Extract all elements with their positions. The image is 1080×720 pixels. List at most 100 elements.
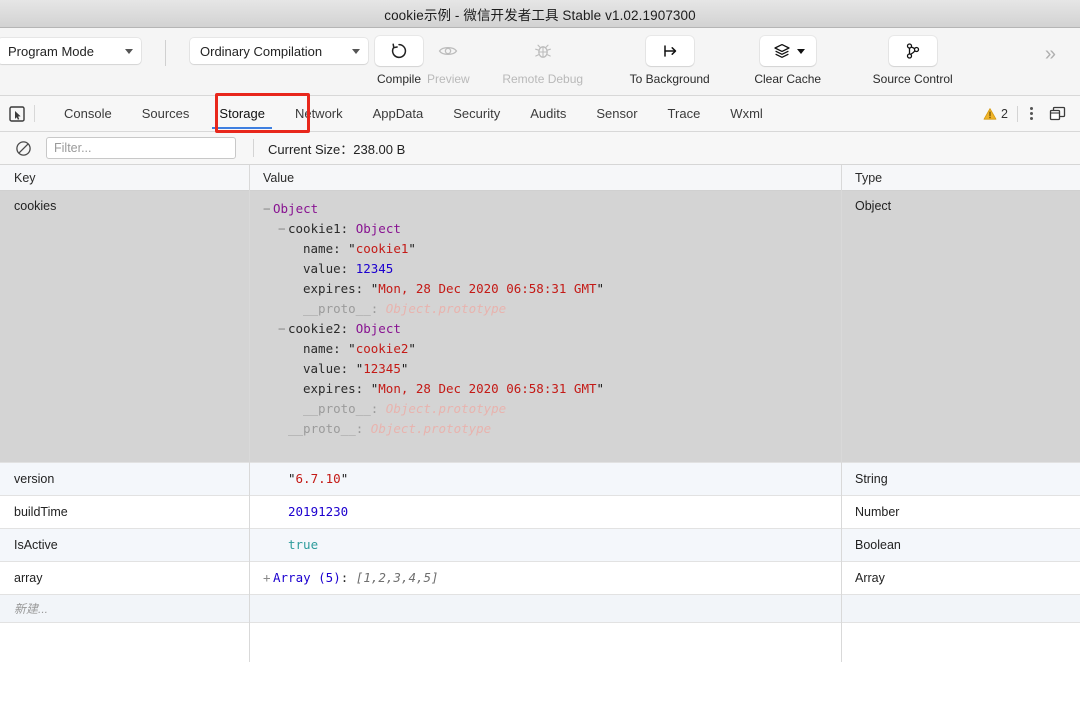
value-tree-line[interactable]: __proto__: Object.prototype: [263, 299, 604, 319]
source-control-label: Source Control: [872, 72, 953, 86]
compile-button[interactable]: Compile: [374, 36, 424, 86]
tab-network[interactable]: Network: [280, 96, 358, 131]
value-tree-text: cookie2: Object: [288, 319, 401, 339]
tab-console[interactable]: Console: [49, 96, 127, 131]
tab-wxml-label: Wxml: [730, 106, 763, 121]
tab-wxml[interactable]: Wxml: [715, 96, 778, 131]
table-row[interactable]: buildTime 20191230 Number: [0, 496, 1080, 529]
collapse-toggle-icon[interactable]: −: [263, 199, 273, 219]
filter-input[interactable]: [46, 137, 236, 159]
cell-value[interactable]: "6.7.10": [249, 463, 841, 495]
value-tree-line[interactable]: expires: "Mon, 28 Dec 2020 06:58:31 GMT": [263, 279, 604, 299]
collapse-toggle-icon[interactable]: −: [278, 219, 288, 239]
value-tree-line[interactable]: + Array (5): [1,2,3,4,5]: [263, 568, 439, 588]
warning-badge[interactable]: 2: [983, 107, 1017, 121]
value-tree-text: __proto__: Object.prototype: [303, 299, 506, 319]
new-entry-value-input[interactable]: [249, 595, 841, 622]
tab-security[interactable]: Security: [438, 96, 515, 131]
compilation-mode-select[interactable]: Ordinary Compilation: [190, 38, 368, 64]
expand-toggle-icon[interactable]: +: [263, 568, 273, 588]
column-header-key[interactable]: Key: [0, 165, 249, 190]
more-vertical-icon[interactable]: [1018, 107, 1044, 120]
toggle-spacer: [278, 419, 288, 439]
bug-icon: [534, 44, 551, 58]
value-tree-line[interactable]: − cookie1: Object: [263, 219, 604, 239]
cell-value[interactable]: + Array (5): [1,2,3,4,5]: [249, 562, 841, 594]
value-tree-line[interactable]: expires: "Mon, 28 Dec 2020 06:58:31 GMT": [263, 379, 604, 399]
cell-key[interactable]: IsActive: [0, 529, 249, 561]
to-background-button[interactable]: To Background: [615, 36, 725, 86]
value-segment: __proto__:: [303, 301, 386, 316]
value-tree-line[interactable]: name: "cookie2": [263, 339, 604, 359]
dock-panel-icon[interactable]: [1044, 106, 1070, 121]
warning-count: 2: [1001, 106, 1008, 121]
clear-cache-button[interactable]: Clear Cache: [742, 36, 834, 86]
cell-key[interactable]: array: [0, 562, 249, 594]
value-segment: value:: [303, 361, 356, 376]
value-tree-line[interactable]: − Object: [263, 199, 604, 219]
value-tree-line[interactable]: __proto__: Object.prototype: [263, 399, 604, 419]
value-segment: Array (5): [273, 570, 341, 585]
value-segment: expires:: [303, 281, 371, 296]
cell-key[interactable]: version: [0, 463, 249, 495]
value-segment: true: [288, 537, 319, 552]
preview-button[interactable]: Preview: [424, 36, 473, 86]
toggle-spacer: [293, 239, 303, 259]
column-header-type[interactable]: Type: [841, 165, 1080, 190]
table-row[interactable]: IsActive true Boolean: [0, 529, 1080, 562]
value-tree-line[interactable]: 20191230: [263, 502, 348, 522]
dock-panel-glyph: [1049, 106, 1065, 121]
cell-key[interactable]: cookies: [0, 191, 249, 462]
cell-key[interactable]: buildTime: [0, 496, 249, 528]
value-segment: cookie2: [355, 341, 409, 356]
collapse-toggle-icon[interactable]: −: [278, 319, 288, 339]
table-row[interactable]: cookies − Object − cookie1: Object name: "co…: [0, 191, 1080, 463]
value-tree: 20191230: [263, 502, 348, 522]
new-entry-key-input[interactable]: 新建...: [0, 595, 249, 622]
program-mode-select[interactable]: Program Mode: [0, 38, 141, 64]
value-tree-line[interactable]: − cookie2: Object: [263, 319, 604, 339]
value-tree-line[interactable]: "6.7.10": [263, 469, 348, 489]
tab-trace[interactable]: Trace: [653, 96, 716, 131]
value-tree-line[interactable]: value: 12345: [263, 259, 604, 279]
program-mode-label: Program Mode: [8, 43, 94, 59]
value-tree-line[interactable]: name: "cookie1": [263, 239, 604, 259]
tab-appdata[interactable]: AppData: [358, 96, 439, 131]
value-tree-line[interactable]: true: [263, 535, 318, 555]
value-tree-text: expires: "Mon, 28 Dec 2020 06:58:31 GMT": [303, 279, 604, 299]
value-tree-line[interactable]: value: "12345": [263, 359, 604, 379]
value-tree-text: Object: [273, 199, 318, 219]
table-row[interactable]: version "6.7.10" String: [0, 463, 1080, 496]
new-entry-row[interactable]: 新建...: [0, 595, 1080, 623]
toggle-spacer: [278, 502, 288, 522]
source-control-button[interactable]: Source Control: [858, 36, 968, 86]
cell-type: Object: [855, 199, 892, 213]
source-control-icon-box: [888, 36, 937, 66]
tab-storage[interactable]: Storage: [204, 96, 280, 131]
remote-debug-button[interactable]: Remote Debug: [495, 36, 591, 86]
tab-audits[interactable]: Audits: [515, 96, 581, 131]
column-header-value[interactable]: Value: [249, 165, 841, 190]
value-segment: ": [596, 381, 605, 396]
clear-storage-button[interactable]: [0, 140, 46, 157]
toolbar-overflow-button[interactable]: »: [1045, 44, 1056, 64]
value-tree-line[interactable]: __proto__: Object.prototype: [263, 419, 604, 439]
column-rule-value-type[interactable]: [841, 165, 842, 662]
column-rule-key-value[interactable]: [249, 165, 250, 662]
tab-sources[interactable]: Sources: [127, 96, 205, 131]
value-segment: value:: [303, 261, 356, 276]
table-row[interactable]: array + Array (5): [1,2,3,4,5] Array: [0, 562, 1080, 595]
inspect-element-button[interactable]: [0, 96, 34, 131]
value-tree: true: [263, 535, 318, 555]
value-segment: __proto__:: [303, 401, 386, 416]
value-tree: "6.7.10": [263, 469, 348, 489]
value-tree-text: __proto__: Object.prototype: [288, 419, 491, 439]
tab-sensor[interactable]: Sensor: [581, 96, 652, 131]
cell-value[interactable]: 20191230: [249, 496, 841, 528]
tab-trace-label: Trace: [667, 106, 701, 121]
value-segment: ": [348, 241, 356, 256]
cell-value[interactable]: − Object − cookie1: Object name: "cookie1" …: [249, 191, 841, 462]
value-segment: cookie1:: [288, 221, 356, 236]
cell-value[interactable]: true: [249, 529, 841, 561]
to-background-label: To Background: [629, 72, 710, 86]
